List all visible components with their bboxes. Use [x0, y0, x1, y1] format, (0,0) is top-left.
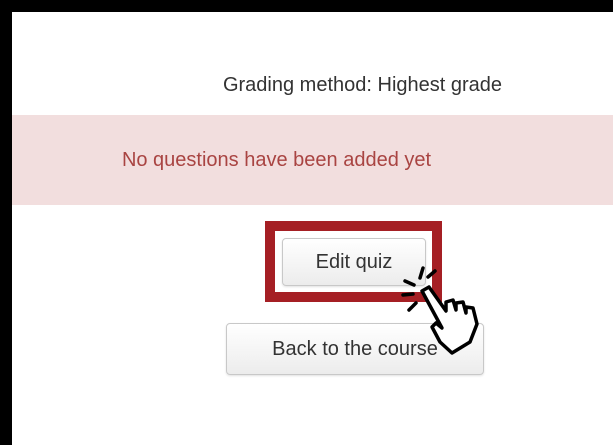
grading-method-text: Grading method: Highest grade — [222, 74, 503, 96]
no-questions-alert: No questions have been added yet — [12, 115, 613, 205]
quiz-info-panel: Grading method: Highest grade No questio… — [12, 12, 613, 445]
back-to-course-button[interactable]: Back to the course — [226, 323, 484, 375]
edit-quiz-button[interactable]: Edit quiz — [282, 238, 426, 286]
alert-message: No questions have been added yet — [121, 148, 432, 171]
